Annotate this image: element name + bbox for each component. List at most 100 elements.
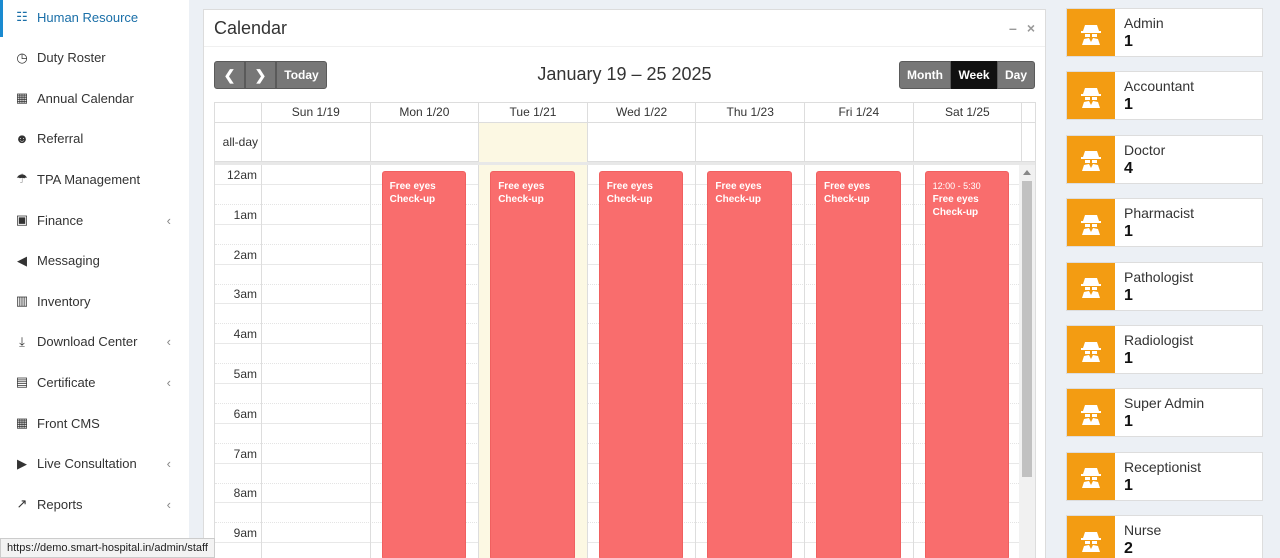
day-column[interactable] xyxy=(261,165,370,558)
download-icon: ⤓ xyxy=(19,333,25,349)
staff-card-pathologist[interactable]: Pathologist 1 xyxy=(1066,261,1263,311)
staff-card-accountant[interactable]: Accountant 1 xyxy=(1066,71,1263,121)
view-month-button[interactable]: Month xyxy=(899,61,951,89)
status-bar-url: https://demo.smart-hospital.in/admin/sta… xyxy=(0,538,215,558)
sidebar-item-label: Messaging xyxy=(37,253,100,269)
sidebar-item-label: Front CMS xyxy=(37,415,100,431)
calendar-event[interactable]: 12:00 - 5:30 Free eyes Check-up xyxy=(924,171,1010,558)
prev-button[interactable]: ❮ xyxy=(214,61,245,89)
event-title: Check-up xyxy=(606,194,653,205)
time-label: 3am xyxy=(233,287,257,302)
close-icon[interactable]: × xyxy=(1027,20,1035,36)
staff-role: Nurse xyxy=(1124,522,1162,539)
sidebar-item-human-resource[interactable]: ☷ Human Resource xyxy=(0,0,189,37)
staff-count: 1 xyxy=(1124,96,1133,114)
staff-role: Pharmacist xyxy=(1124,205,1195,222)
staff-role: Pathologist xyxy=(1124,268,1194,285)
user-secret-icon xyxy=(1067,72,1115,120)
event-title: Free eyes xyxy=(606,181,653,192)
event-title: Free eyes xyxy=(932,194,979,205)
time-label: 1am xyxy=(233,207,257,222)
sidebar-item-reports[interactable]: ↗ Reports ‹ xyxy=(0,484,189,524)
calendar-event[interactable]: Free eyes Check-up xyxy=(816,171,901,558)
sidebar-item-tpa-management[interactable]: ☂ TPA Management xyxy=(0,159,189,199)
calendar-event[interactable]: Free eyes Check-up xyxy=(707,171,792,558)
users-icon: ☻ xyxy=(15,131,29,147)
day-header: Fri 1/24 xyxy=(804,103,913,123)
staff-count: 1 xyxy=(1124,223,1133,241)
day-header: Tue 1/21 xyxy=(478,103,587,123)
user-secret-icon xyxy=(1067,262,1115,310)
sidebar-item-label: Inventory xyxy=(37,293,91,309)
event-title: Free eyes xyxy=(498,181,545,192)
view-day-button[interactable]: Day xyxy=(997,61,1035,89)
event-title: Check-up xyxy=(824,194,870,205)
minimize-icon[interactable]: – xyxy=(1009,20,1017,36)
staff-card-admin[interactable]: Admin 1 xyxy=(1066,8,1263,57)
today-button[interactable]: Today xyxy=(276,61,327,89)
sidebar-item-duty-roster[interactable]: ◷ Duty Roster xyxy=(0,38,189,78)
sidebar-item-certificate[interactable]: ▤ Certificate ‹ xyxy=(0,362,189,402)
staff-card-radiologist[interactable]: Radiologist 1 xyxy=(1066,325,1263,374)
sidebar-item-label: Duty Roster xyxy=(37,50,106,66)
event-title: Check-up xyxy=(498,194,544,205)
table-icon: ▦ xyxy=(15,415,29,430)
sidebar-item-messaging[interactable]: ◀ Messaging xyxy=(0,241,189,281)
sidebar-item-front-cms[interactable]: ▦ Front CMS xyxy=(0,403,189,443)
grid-scrollbar[interactable] xyxy=(1019,165,1035,558)
staff-count: 1 xyxy=(1124,286,1133,304)
staff-role: Receptionist xyxy=(1124,458,1202,475)
chevron-left-icon: ‹ xyxy=(166,496,171,512)
staff-info: Pharmacist 1 xyxy=(1115,199,1203,246)
allday-cell[interactable] xyxy=(912,123,1022,162)
calendar-event[interactable]: Free eyes Check-up xyxy=(490,171,575,558)
allday-cell[interactable] xyxy=(478,123,587,162)
staff-card-super-admin[interactable]: Super Admin 1 xyxy=(1066,388,1263,438)
sidebar-item-download-center[interactable]: ⤓ Download Center ‹ xyxy=(0,322,189,362)
staff-card-nurse[interactable]: Nurse 2 xyxy=(1066,515,1263,558)
staff-card-pharmacist[interactable]: Pharmacist 1 xyxy=(1066,198,1263,248)
chevron-left-icon: ‹ xyxy=(166,374,171,390)
next-button[interactable]: ❯ xyxy=(245,61,276,89)
week-grid: Sun 1/19 Mon 1/20 Tue 1/21 Wed 1/22 Thu 1/23… xyxy=(214,102,1036,558)
allday-cell[interactable] xyxy=(804,123,913,162)
sidebar-item-annual-calendar[interactable]: ▦ Annual Calendar xyxy=(0,78,189,118)
sidebar-item-finance[interactable]: ▣ Finance ‹ xyxy=(0,200,189,240)
scroll-up-icon[interactable] xyxy=(1023,170,1031,175)
staff-count: 1 xyxy=(1124,350,1133,367)
video-icon: ▶ xyxy=(17,455,27,471)
scroll-thumb[interactable] xyxy=(1022,181,1032,477)
user-secret-icon xyxy=(1067,516,1115,558)
sidebar-item-referral[interactable]: ☻ Referral xyxy=(0,119,189,159)
staff-card-doctor[interactable]: Doctor 4 xyxy=(1066,134,1263,184)
allday-row: all-day xyxy=(215,123,1035,162)
allday-cell[interactable] xyxy=(586,123,696,162)
staff-card-receptionist[interactable]: Receptionist 1 xyxy=(1066,451,1263,501)
allday-cell[interactable] xyxy=(695,123,804,162)
line-chart-icon: ↗ xyxy=(16,496,28,512)
sidebar: ☷ Human Resource ◷ Duty Roster ▦ Annual Calen… xyxy=(0,0,189,558)
staff-role: Doctor xyxy=(1124,141,1166,158)
sidebar-item-live-consultation[interactable]: ▶ Live Consultation ‹ xyxy=(0,444,189,484)
sidebar-item-label: Live Consultation xyxy=(37,456,137,472)
time-label: 6am xyxy=(233,406,257,421)
staff-count: 1 xyxy=(1124,33,1133,50)
time-label: 4am xyxy=(233,327,257,342)
calendar-event[interactable]: Free eyes Check-up xyxy=(598,171,684,558)
nav-button-group: ❮ ❯ Today xyxy=(214,61,327,89)
staff-info: Admin 1 xyxy=(1115,9,1173,56)
staff-role: Admin xyxy=(1124,15,1164,31)
allday-cell[interactable] xyxy=(261,123,370,162)
time-grid[interactable]: 12am 1am 2am 3am 4am 5am 6am 7am 8am 9am Free eyes… xyxy=(215,165,1021,558)
chevron-left-icon: ‹ xyxy=(166,212,171,228)
day-header: Mon 1/20 xyxy=(369,103,479,123)
time-label: 5am xyxy=(233,367,257,381)
allday-cell[interactable] xyxy=(369,123,479,162)
staff-role: Super Admin xyxy=(1124,395,1205,412)
view-week-button[interactable]: Week xyxy=(951,61,997,89)
day-header-row: Sun 1/19 Mon 1/20 Tue 1/21 Wed 1/22 Thu 1/23… xyxy=(215,103,1035,123)
sidebar-item-inventory[interactable]: ▥ Inventory xyxy=(0,281,189,321)
staff-info: Super Admin 1 xyxy=(1115,389,1213,436)
user-secret-icon xyxy=(1067,135,1115,183)
calendar-event[interactable]: Free eyes Check-up xyxy=(381,171,467,558)
